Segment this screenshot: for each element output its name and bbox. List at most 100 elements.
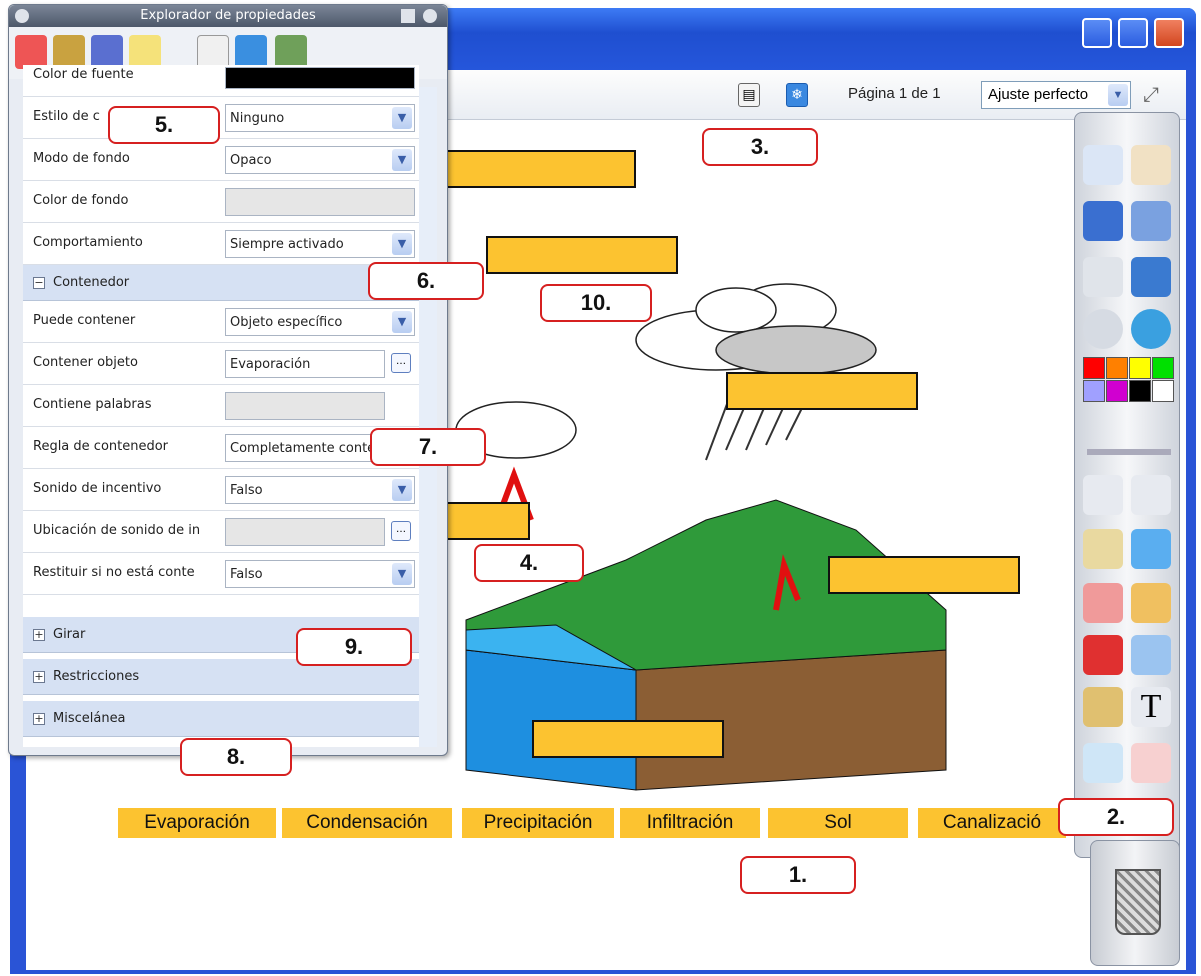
prop-text-input[interactable] — [225, 518, 385, 546]
prop-label: Contener objeto — [33, 355, 138, 370]
close-button[interactable] — [1154, 18, 1184, 48]
chevron-down-icon[interactable]: ▼ — [392, 479, 412, 501]
word-tile-canalizacion[interactable]: Canalizació — [918, 808, 1066, 838]
refresh-icon[interactable] — [1131, 309, 1171, 349]
prop-row: Contiene palabras — [23, 385, 419, 427]
font-color-value[interactable] — [225, 67, 415, 89]
reset-icon[interactable] — [1131, 743, 1171, 783]
prop-text-input[interactable]: Evaporación — [225, 350, 385, 378]
fill-bucket-icon[interactable] — [1131, 583, 1171, 623]
zoom-select[interactable]: Ajuste perfecto ▼ — [981, 81, 1131, 109]
section-title: Girar — [53, 627, 86, 642]
maximize-button[interactable] — [1118, 18, 1148, 48]
color-swatch-orange[interactable] — [1106, 357, 1128, 379]
prop-label: Contiene palabras — [33, 397, 152, 412]
prop-select[interactable]: Falso ▼ — [225, 560, 415, 588]
word-tile-infiltracion[interactable]: Infiltración — [620, 808, 760, 838]
settings-icon[interactable] — [423, 9, 437, 23]
tab-pages-icon[interactable] — [15, 35, 47, 69]
palette-header-icons[interactable] — [1105, 121, 1165, 137]
play-icon[interactable] — [1083, 309, 1123, 349]
tab-notes-icon[interactable] — [129, 35, 161, 69]
properties-explorer-title[interactable]: Explorador de propiedades — [9, 5, 447, 27]
tab-sound-icon[interactable] — [275, 35, 307, 69]
word-tile-precipitacion[interactable]: Precipitación — [462, 808, 614, 838]
signature-icon[interactable] — [1083, 201, 1123, 241]
highlighter-icon[interactable] — [1131, 529, 1171, 569]
callout-3: 3. — [702, 128, 818, 166]
drop-box[interactable] — [486, 236, 678, 274]
prop-select[interactable]: Siempre activado ▼ — [225, 230, 415, 258]
browse-button[interactable]: … — [391, 353, 411, 373]
word-tile-condensacion[interactable]: Condensación — [282, 808, 452, 838]
id-card-icon[interactable] — [1131, 145, 1171, 185]
chevron-down-icon[interactable]: ▼ — [1108, 84, 1128, 106]
word-tile-evaporacion[interactable]: Evaporación — [118, 808, 276, 838]
tab-gallery-icon[interactable] — [53, 35, 85, 69]
color-swatch-green[interactable] — [1152, 357, 1174, 379]
prop-select[interactable]: Falso ▼ — [225, 476, 415, 504]
drop-box[interactable] — [726, 372, 918, 410]
chevron-down-icon[interactable]: ▼ — [392, 107, 412, 129]
expand-icon[interactable]: + — [33, 713, 45, 725]
drop-box[interactable] — [430, 150, 636, 188]
word-tile-sol[interactable]: Sol — [768, 808, 908, 838]
minimize-button[interactable] — [1082, 18, 1112, 48]
trash-can-icon[interactable] — [1115, 869, 1161, 935]
prop-select[interactable]: Objeto específico ▼ — [225, 308, 415, 336]
close-icon[interactable] — [15, 9, 29, 23]
wrench-icon[interactable] — [1131, 475, 1171, 515]
page-sorter-icon[interactable]: ▤ — [738, 83, 760, 107]
tab-properties-icon[interactable] — [197, 35, 229, 69]
fullscreen-icon[interactable]: ⤢ — [1140, 83, 1162, 107]
chevron-down-icon[interactable]: ▼ — [392, 233, 412, 255]
media-icon[interactable] — [1083, 687, 1123, 727]
prop-label: Comportamiento — [33, 235, 143, 250]
expand-icon[interactable]: + — [33, 629, 45, 641]
tab-resources-icon[interactable] — [91, 35, 123, 69]
forward-arrow-icon[interactable] — [1131, 257, 1171, 297]
browse-button[interactable]: … — [391, 521, 411, 541]
snowflake-icon[interactable]: ❄ — [786, 83, 808, 107]
prop-select[interactable]: Opaco ▼ — [225, 146, 415, 174]
collapse-icon[interactable]: − — [33, 277, 45, 289]
spray-bottle-icon[interactable] — [1083, 743, 1123, 783]
chevron-down-icon[interactable]: ▼ — [392, 563, 412, 585]
expand-icon[interactable]: + — [33, 671, 45, 683]
width-slider[interactable] — [1087, 449, 1171, 455]
zoom-value: Ajuste perfecto — [988, 86, 1089, 103]
prop-label: Regla de contenedor — [33, 439, 169, 454]
color-swatch-magenta[interactable] — [1106, 380, 1128, 402]
select-arrow-icon[interactable] — [1083, 475, 1123, 515]
background-color-value[interactable] — [225, 188, 415, 216]
menu-icon[interactable] — [401, 9, 415, 23]
shapes-icon[interactable] — [1083, 635, 1123, 675]
prop-label: Color de fuente — [33, 67, 134, 82]
section-miscelanea[interactable]: + Miscelánea — [23, 701, 419, 737]
color-swatch-black[interactable] — [1129, 380, 1151, 402]
eraser-icon[interactable] — [1083, 583, 1123, 623]
section-contenedor[interactable]: − Contenedor — [23, 265, 419, 301]
color-swatch-yellow[interactable] — [1129, 357, 1151, 379]
chevron-down-icon[interactable]: ▼ — [392, 149, 412, 171]
callout-9: 9. — [296, 628, 412, 666]
drop-box[interactable] — [532, 720, 724, 758]
pen-width-dots[interactable] — [1089, 423, 1169, 433]
pen-icon[interactable] — [1083, 529, 1123, 569]
page-icon[interactable] — [1083, 145, 1123, 185]
drop-box[interactable] — [828, 556, 1020, 594]
color-swatch-lavender[interactable] — [1083, 380, 1105, 402]
connector-icon[interactable] — [1131, 635, 1171, 675]
prop-row: Regla de contenedor Completamente conter… — [23, 427, 419, 469]
callout-7: 7. — [370, 428, 486, 466]
prop-select[interactable]: Ninguno ▼ — [225, 104, 415, 132]
tools-icon[interactable] — [1131, 201, 1171, 241]
color-swatch-red[interactable] — [1083, 357, 1105, 379]
prop-text-input[interactable] — [225, 392, 385, 420]
color-swatch-white[interactable] — [1152, 380, 1174, 402]
properties-scrollbar[interactable] — [419, 87, 437, 747]
chevron-down-icon[interactable]: ▼ — [392, 311, 412, 333]
tab-actions-icon[interactable] — [235, 35, 267, 69]
back-arrow-icon[interactable] — [1083, 257, 1123, 297]
text-icon[interactable]: T — [1131, 687, 1171, 727]
